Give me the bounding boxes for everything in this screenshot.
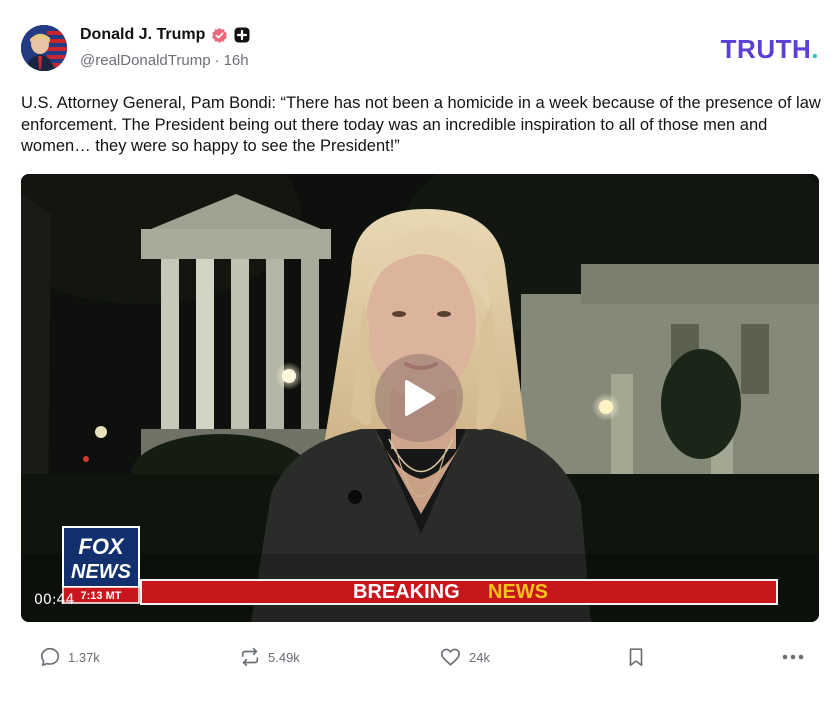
retruth-button[interactable]: 5.49k xyxy=(239,640,300,674)
brand-dot: . xyxy=(811,34,819,64)
time-bug: 7:13 MT xyxy=(81,590,122,602)
brand-wordmark: TRUTH xyxy=(720,34,812,64)
truth-plus-icon xyxy=(234,27,250,43)
retruth-count: 5.49k xyxy=(268,649,300,665)
post-timestamp[interactable]: 16h xyxy=(224,52,249,69)
post-body: U.S. Attorney General, Pam Bondi: “There… xyxy=(21,94,821,155)
banner-news: NEWS xyxy=(488,581,548,603)
video-player[interactable]: BREAKING NEWS FOX NEWS 7:13 MT 00:44 xyxy=(21,174,819,622)
play-icon xyxy=(405,380,436,416)
fox-logo-top: FOX xyxy=(78,534,125,559)
more-options-button[interactable] xyxy=(781,640,805,674)
fox-logo-bottom: NEWS xyxy=(71,561,132,583)
reply-button[interactable]: 1.37k xyxy=(39,640,100,674)
bookmark-icon xyxy=(629,648,643,667)
author-name[interactable]: Donald J. Trump xyxy=(80,26,205,44)
play-button[interactable] xyxy=(375,354,463,442)
bookmark-button[interactable] xyxy=(625,640,647,674)
like-count: 24k xyxy=(469,649,490,665)
author-avatar[interactable] xyxy=(21,25,67,71)
comment-icon xyxy=(40,647,60,667)
author-handle[interactable]: @realDonaldTrump xyxy=(80,52,211,69)
heart-icon xyxy=(440,648,461,666)
post-action-bar: 1.37k 5.49k 24k xyxy=(21,640,819,674)
reply-count: 1.37k xyxy=(68,649,100,665)
repost-icon xyxy=(241,647,259,667)
banner-breaking: BREAKING xyxy=(353,581,460,603)
video-duration: 00:44 xyxy=(34,592,75,608)
verified-badge-icon xyxy=(212,27,228,43)
more-dots-icon xyxy=(782,654,804,660)
meta-separator: · xyxy=(214,52,220,69)
truth-social-logo[interactable]: TRUTH. xyxy=(721,34,819,65)
like-button[interactable]: 24k xyxy=(439,640,490,674)
